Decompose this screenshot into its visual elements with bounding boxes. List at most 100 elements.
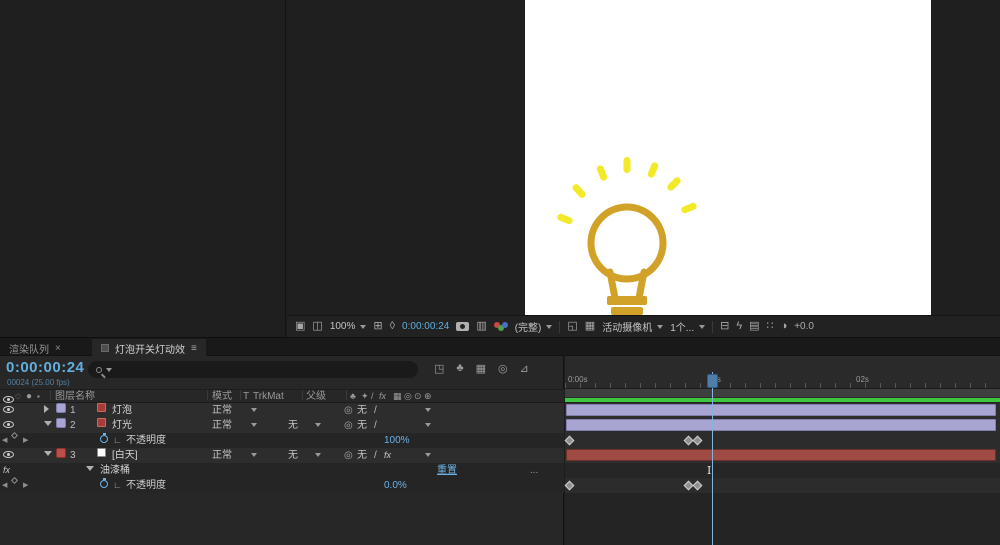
layer-number: 3 [70, 450, 76, 461]
quality-toggle[interactable]: / [374, 448, 377, 463]
work-area-bar[interactable] [565, 389, 1000, 398]
timeline-button-icon[interactable]: ▤ [749, 321, 759, 332]
mode-dropdown[interactable]: 正常 [212, 418, 232, 433]
reset-link[interactable]: 重置 [437, 463, 457, 478]
quality-toggle[interactable]: / [374, 403, 377, 418]
view-layout-value: 1个... [670, 323, 695, 334]
viewer-timecode[interactable]: 0:00:00:24 [402, 321, 449, 332]
parent-dropdown[interactable]: 无 [357, 448, 367, 463]
3d-icon: ⊕ [424, 391, 432, 401]
tab-render-queue[interactable]: 渲染队列 × [0, 339, 70, 357]
snapshot-camera-icon[interactable] [456, 322, 470, 331]
layer-type-icon [97, 403, 106, 412]
label-color-chip[interactable] [56, 403, 66, 413]
composition-viewer-panel [287, 0, 1000, 316]
layer-row[interactable]: 1 灯泡 正常 ◎ 无 / [0, 403, 564, 418]
solid-color-swatch [97, 448, 106, 457]
label-color-chip[interactable] [56, 418, 66, 428]
parent-pickwhip-icon[interactable]: ◎ [344, 403, 353, 418]
layer-row[interactable]: 2 灯光 正常 无 ◎ 无 / [0, 418, 564, 433]
chevron-down-icon [546, 325, 553, 332]
chevron-down-icon [425, 453, 431, 460]
effect-row[interactable]: fx 油漆桶 重置 ... [0, 463, 564, 478]
shy-master-button[interactable]: ♣ [456, 362, 463, 375]
grid-guides-icon[interactable]: ⊞ [373, 321, 382, 332]
add-keyframe-icon[interactable] [10, 476, 19, 485]
zoom-select[interactable]: 100% [330, 321, 367, 332]
next-keyframe-icon[interactable]: ▶ [23, 433, 28, 448]
previous-keyframe-icon[interactable]: ◀ [2, 433, 7, 448]
next-keyframe-icon[interactable]: ▶ [23, 478, 28, 493]
search-input[interactable] [115, 363, 410, 376]
flowchart-icon[interactable]: ∷ [767, 321, 774, 332]
composition-canvas[interactable] [525, 0, 931, 316]
playhead-handle[interactable] [707, 374, 718, 388]
add-keyframe-icon[interactable] [10, 431, 19, 440]
property-value[interactable]: 0.0% [384, 478, 407, 493]
mode-dropdown[interactable]: 正常 [212, 403, 232, 418]
mode-dropdown[interactable]: 正常 [212, 448, 232, 463]
text-cursor: I [707, 464, 712, 477]
panel-menu-icon[interactable]: ≡ [191, 343, 197, 354]
region-of-interest-icon[interactable]: ◱ [567, 321, 577, 332]
graph-editor-button[interactable]: ⊿ [520, 362, 529, 375]
fast-preview-icon[interactable]: ϟ [736, 321, 742, 332]
transparency-grid-icon[interactable]: ▦ [585, 321, 595, 332]
camera-view-select[interactable]: 活动摄像机 [602, 319, 664, 334]
mask-paths-icon[interactable]: ◊ [390, 321, 395, 332]
layer-row[interactable]: 3 [白天] 正常 无 ◎ 无 / fx [0, 448, 564, 463]
chevron-down-icon [315, 453, 321, 460]
frame-blend-master-button[interactable]: ▦ [476, 362, 486, 375]
quality-toggle[interactable]: / [374, 418, 377, 433]
trkmat-dropdown[interactable]: 无 [288, 418, 298, 433]
fx-icon: fx [379, 391, 387, 401]
more-options[interactable]: ... [530, 463, 538, 478]
parent-pickwhip-icon[interactable]: ◎ [344, 448, 353, 463]
graph-icon[interactable]: ∟ [113, 478, 122, 493]
reset-exposure-icon[interactable]: ◑ [781, 321, 788, 332]
mini-flowchart-button[interactable]: ◳ [434, 362, 444, 375]
show-snapshot-icon[interactable]: ▥ [476, 321, 486, 332]
collapse-expand-icon[interactable] [44, 421, 52, 430]
show-channels-icon[interactable] [493, 321, 508, 332]
search-box[interactable] [88, 361, 418, 378]
property-value[interactable]: 100% [384, 433, 410, 448]
view-layout-select[interactable]: 1个... [670, 319, 706, 334]
stopwatch-icon[interactable] [100, 478, 108, 488]
eye-icon[interactable] [3, 421, 14, 428]
layer-duration-bar[interactable] [566, 404, 996, 416]
resolution-select[interactable]: (完整) [515, 319, 553, 334]
time-ruler[interactable]: 0:00s 01s 02s [565, 356, 1000, 389]
eye-icon[interactable] [3, 451, 14, 458]
eye-icon[interactable] [3, 406, 14, 413]
previous-keyframe-icon[interactable]: ◀ [2, 478, 7, 493]
trkmat-dropdown[interactable]: 无 [288, 448, 298, 463]
parent-dropdown[interactable]: 无 [357, 403, 367, 418]
layer-name: 灯泡 [112, 405, 132, 416]
expand-icon[interactable] [44, 405, 53, 413]
property-row[interactable]: ◀ ▶ ∟ 不透明度 0.0% [0, 476, 564, 493]
pixel-aspect-icon[interactable]: ⊟ [720, 321, 729, 332]
parent-dropdown[interactable]: 无 [357, 418, 367, 433]
label-color-chip[interactable] [56, 448, 66, 458]
close-icon[interactable]: × [55, 343, 61, 354]
current-time-display[interactable]: 0:00:00:24 [6, 359, 84, 376]
tab-composition[interactable]: 灯泡开关灯动效 ≡ [92, 339, 206, 357]
always-preview-icon[interactable]: ▣ [295, 321, 305, 332]
layer-duration-bar[interactable] [566, 419, 996, 431]
exposure-value[interactable]: +0.0 [794, 321, 814, 332]
stopwatch-icon[interactable] [100, 433, 108, 443]
fx-badge[interactable]: fx [384, 448, 391, 463]
primary-viewer-icon[interactable]: ◫ [312, 321, 322, 332]
motion-blur-master-button[interactable]: ◎ [498, 362, 508, 375]
parent-pickwhip-icon[interactable]: ◎ [344, 418, 353, 433]
resolution-value: (完整) [514, 323, 542, 334]
graph-icon[interactable]: ∟ [113, 433, 122, 448]
property-name: 不透明度 [126, 480, 166, 491]
property-row[interactable]: ◀ ▶ ∟ 不透明度 100% [0, 431, 564, 448]
collapse-expand-icon[interactable] [44, 451, 52, 460]
chevron-down-icon [425, 423, 431, 430]
layer-duration-bar[interactable] [566, 449, 996, 461]
frame-blend-icon: ▦ [393, 391, 402, 401]
collapse-expand-icon[interactable] [86, 466, 94, 475]
